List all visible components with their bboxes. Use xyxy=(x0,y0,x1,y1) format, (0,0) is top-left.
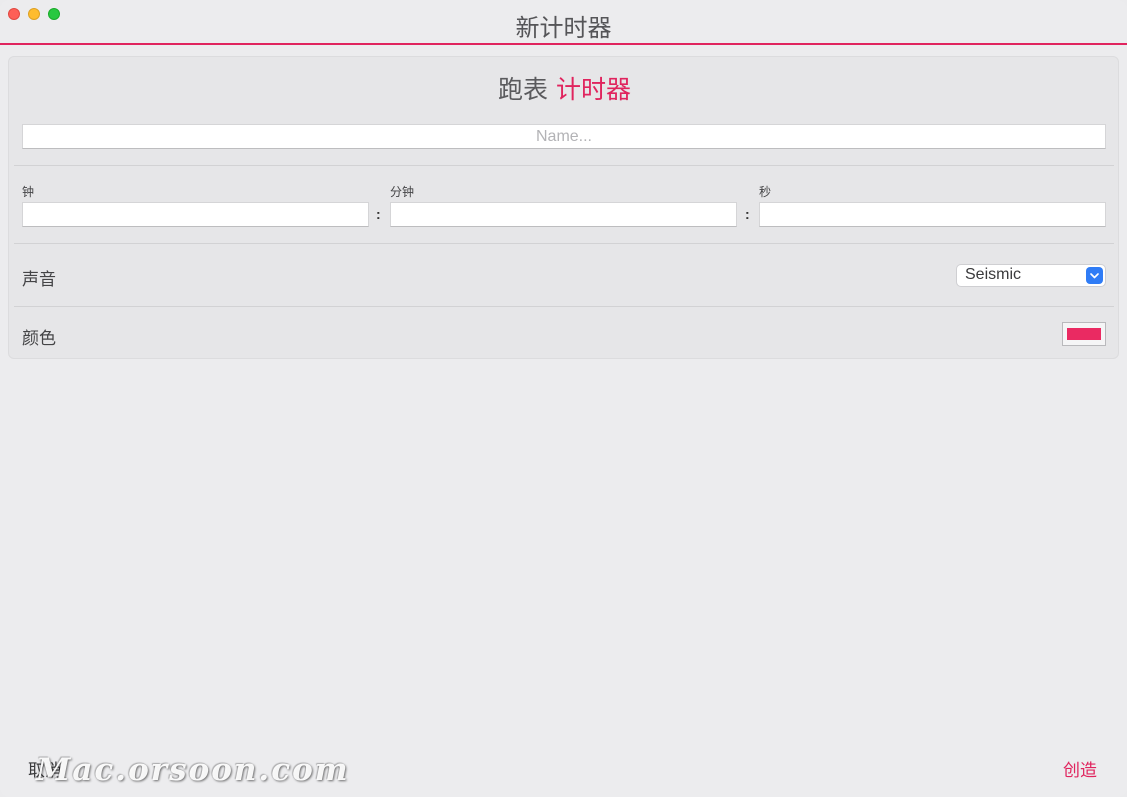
hours-label: 钟 xyxy=(22,185,35,199)
timer-form-panel: 跑表计时器 钟 分钟 秒 : : 声音 Seismic 颜色 xyxy=(8,56,1119,359)
name-input[interactable] xyxy=(22,124,1106,149)
minutes-input[interactable] xyxy=(390,202,737,227)
color-swatch xyxy=(1067,328,1101,340)
hours-input[interactable] xyxy=(22,202,369,227)
heading-prefix: 跑表 xyxy=(497,76,548,104)
new-timer-window: 新计时器 跑表计时器 钟 分钟 秒 : : 声音 Seismic 颜色 取消 创… xyxy=(0,0,1127,797)
create-button[interactable]: 创造 xyxy=(1063,756,1097,781)
watermark: Mac.orsoon.com xyxy=(36,752,350,788)
seconds-input[interactable] xyxy=(759,202,1106,227)
chevron-down-icon xyxy=(1086,267,1103,284)
sound-select-value: Seismic xyxy=(965,266,1022,283)
sound-select[interactable]: Seismic xyxy=(956,264,1106,287)
color-label: 颜色 xyxy=(22,329,56,348)
divider xyxy=(14,165,1114,166)
seconds-label: 秒 xyxy=(759,185,772,199)
form-heading: 跑表 计时器 xyxy=(9,70,1120,106)
title-bar: 新计时器 xyxy=(0,0,1127,45)
sound-label: 声音 xyxy=(22,270,56,289)
divider xyxy=(14,243,1114,244)
window-title: 新计时器 xyxy=(515,15,612,42)
divider xyxy=(14,306,1114,307)
time-separator: : xyxy=(745,206,750,222)
minutes-label: 分钟 xyxy=(390,185,415,199)
color-well[interactable] xyxy=(1062,322,1106,346)
heading-accent: 计时器 xyxy=(556,76,632,104)
time-separator: : xyxy=(376,206,381,222)
